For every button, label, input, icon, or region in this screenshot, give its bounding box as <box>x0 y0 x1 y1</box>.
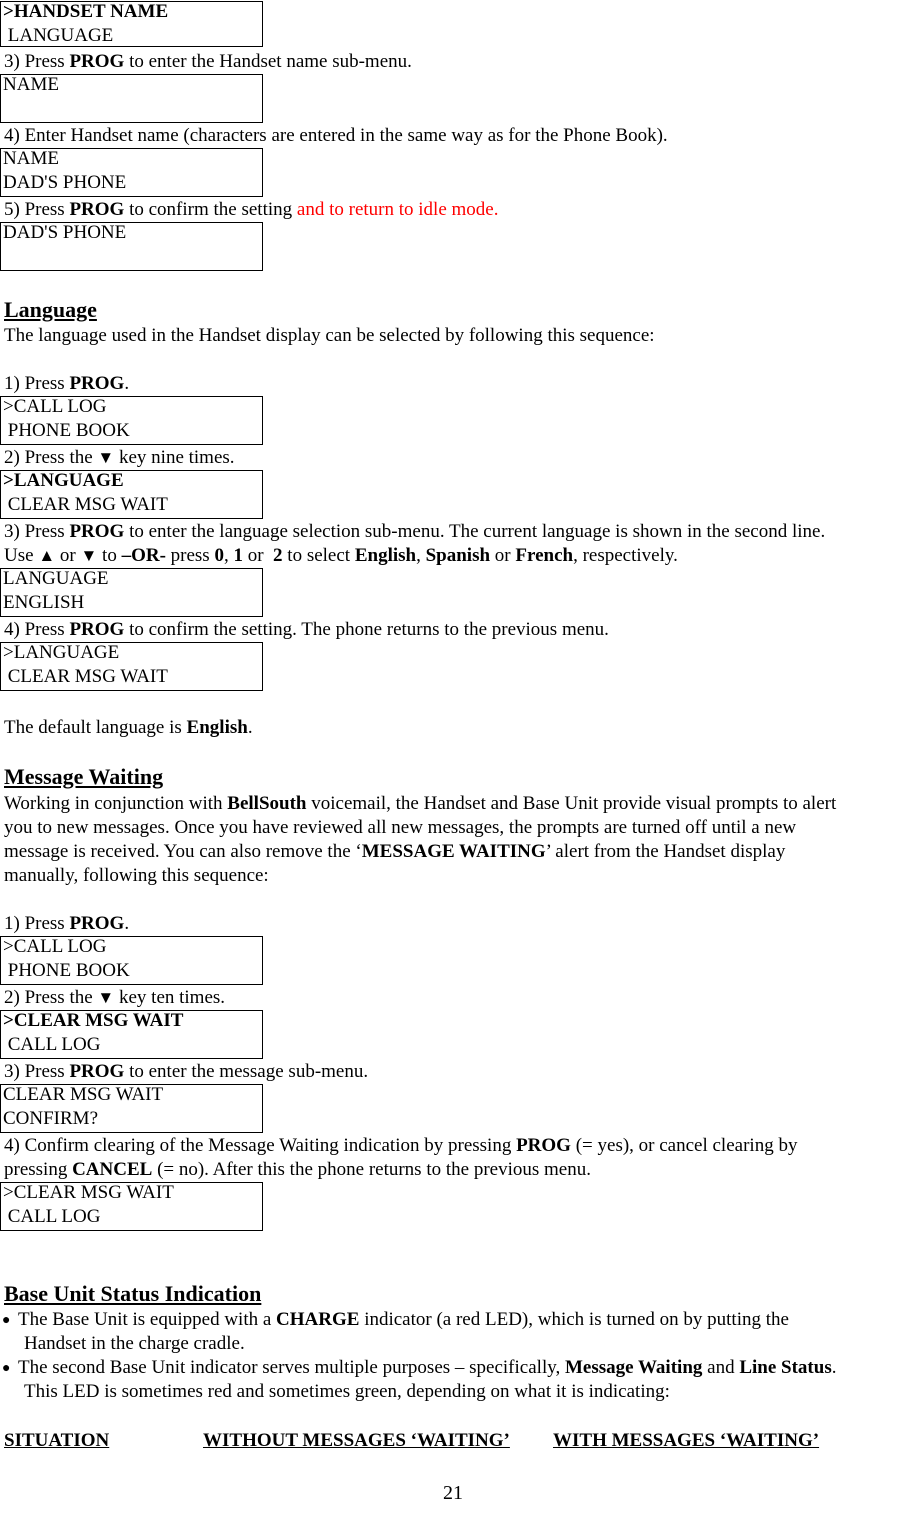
section-heading-base-unit-status: Base Unit Status Indication <box>4 1281 262 1306</box>
key-name: PROG <box>69 619 125 640</box>
paragraph: The default language is English. <box>4 717 253 738</box>
key-name: CANCEL <box>72 1159 153 1180</box>
lcd-display: NAME <box>0 74 263 123</box>
step-text: 3) Press PROG to enter the language sele… <box>4 521 826 542</box>
lcd-line-2: CALL LOG <box>3 1206 101 1227</box>
up-arrow-icon: ▲ <box>38 546 56 565</box>
down-arrow-icon: ▼ <box>80 546 98 565</box>
lcd-display: LANGUAGE ENGLISH <box>0 568 263 617</box>
lcd-line-2: ENGLISH <box>3 592 85 613</box>
down-arrow-icon: ▼ <box>97 988 115 1007</box>
step-text: 4) Confirm clearing of the Message Waiti… <box>4 1135 798 1156</box>
key-name: PROG <box>69 373 125 394</box>
lcd-line-2: CLEAR MSG WAIT <box>3 494 168 515</box>
highlighted-text: and to return to idle mode. <box>296 199 499 220</box>
lcd-line-1: >HANDSET NAME <box>3 1 169 22</box>
key-name: PROG <box>69 51 125 72</box>
lcd-display: NAME DAD'S PHONE <box>0 148 263 197</box>
lcd-line-1: LANGUAGE <box>3 568 109 589</box>
step-text: Use ▲ or ▼ to –OR- press 0, 1 or 2 to se… <box>4 545 678 566</box>
step-text: 4) Press PROG to confirm the setting. Th… <box>4 619 609 640</box>
step-text: 2) Press the ▼ key ten times. <box>4 987 226 1008</box>
step-text: 5) Press PROG to confirm the setting and… <box>4 199 499 220</box>
table-header-with-messages: WITH MESSAGES ‘WAITING’ <box>553 1430 820 1451</box>
bullet-item-continuation: This LED is sometimes red and sometimes … <box>24 1381 670 1402</box>
lcd-line-1: >CALL LOG <box>3 936 107 957</box>
lcd-display: >LANGUAGE CLEAR MSG WAIT <box>0 642 263 691</box>
lcd-line-1: >CLEAR MSG WAIT <box>3 1010 184 1031</box>
key-name: PROG <box>69 1061 125 1082</box>
brand-name: BellSouth <box>227 793 307 814</box>
table-header-without-messages: WITHOUT MESSAGES ‘WAITING’ <box>203 1430 510 1451</box>
page-number: 21 <box>443 1482 463 1504</box>
key-name: PROG <box>69 199 125 220</box>
step-text: 3) Press PROG to enter the Handset name … <box>4 51 412 72</box>
table-header-situation: SITUATION <box>4 1430 110 1451</box>
down-arrow-icon: ▼ <box>97 448 115 467</box>
lcd-display: >HANDSET NAME LANGUAGE <box>0 1 263 47</box>
lcd-line-1: NAME <box>3 148 59 169</box>
paragraph: The language used in the Handset display… <box>4 325 655 346</box>
lcd-display: >CLEAR MSG WAIT CALL LOG <box>0 1182 263 1231</box>
lcd-line-2: PHONE BOOK <box>3 420 130 441</box>
paragraph-line: manually, following this sequence: <box>4 865 269 886</box>
lcd-line-1: >LANGUAGE <box>3 642 120 663</box>
step-text: 2) Press the ▼ key nine times. <box>4 447 235 468</box>
key-name: PROG <box>516 1135 571 1156</box>
lcd-display: >CALL LOG PHONE BOOK <box>0 936 263 985</box>
bullet-item: The Base Unit is equipped with a CHARGE … <box>18 1309 789 1330</box>
lcd-line-2: CALL LOG <box>3 1034 101 1055</box>
lcd-line-1: CLEAR MSG WAIT <box>3 1084 164 1105</box>
bullet-item-continuation: Handset in the charge cradle. <box>24 1333 245 1354</box>
lcd-line-2: CONFIRM? <box>3 1108 99 1129</box>
lcd-line-1: NAME <box>3 74 59 95</box>
paragraph-line: Working in conjunction with BellSouth vo… <box>4 793 837 814</box>
lcd-line-1: >LANGUAGE <box>3 470 124 491</box>
bullet-item: The second Base Unit indicator serves mu… <box>18 1357 837 1378</box>
lcd-line-2: LANGUAGE <box>3 25 114 46</box>
step-text: 1) Press PROG. <box>4 913 130 934</box>
lcd-line-2: PHONE BOOK <box>3 960 130 981</box>
bullet-icon: ● <box>2 1313 11 1328</box>
lcd-display: CLEAR MSG WAIT CONFIRM? <box>0 1084 263 1133</box>
step-text: 1) Press PROG. <box>4 373 130 394</box>
section-heading-message-waiting: Message Waiting <box>4 764 164 789</box>
lcd-display: >CALL LOG PHONE BOOK <box>0 396 263 445</box>
lcd-line-2: CLEAR MSG WAIT <box>3 666 168 687</box>
step-text: pressing CANCEL (= no). After this the p… <box>4 1159 591 1180</box>
section-heading-language: Language <box>4 297 97 322</box>
lcd-line-1: >CLEAR MSG WAIT <box>3 1182 174 1203</box>
lcd-display: DAD'S PHONE <box>0 222 263 271</box>
lcd-line-1: >CALL LOG <box>3 396 107 417</box>
lcd-line-2: DAD'S PHONE <box>3 172 127 193</box>
paragraph-line: you to new messages. Once you have revie… <box>4 817 797 838</box>
paragraph-line: message is received. You can also remove… <box>4 841 786 862</box>
step-text: 4) Enter Handset name (characters are en… <box>4 125 668 146</box>
lcd-display: >CLEAR MSG WAIT CALL LOG <box>0 1010 263 1059</box>
key-name: PROG <box>69 521 125 542</box>
lcd-line-1: DAD'S PHONE <box>3 222 127 243</box>
key-name: PROG <box>69 913 125 934</box>
bullet-icon: ● <box>2 1361 11 1376</box>
lcd-display: >LANGUAGE CLEAR MSG WAIT <box>0 470 263 519</box>
step-text: 3) Press PROG to enter the message sub-m… <box>4 1061 369 1082</box>
